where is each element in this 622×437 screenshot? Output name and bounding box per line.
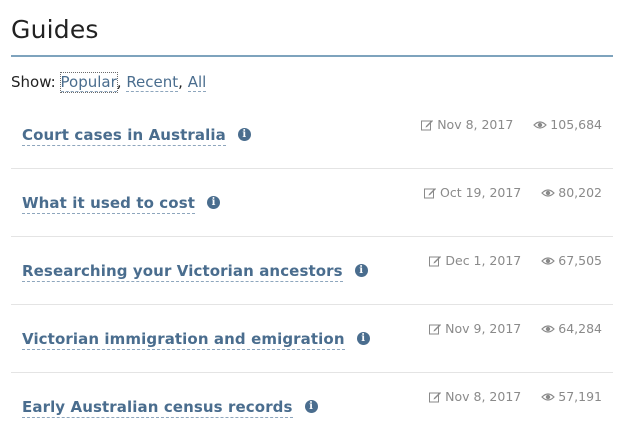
guide-date: Nov 8, 2017	[445, 389, 522, 404]
guide-link[interactable]: Early Australian census records	[22, 398, 293, 418]
filter-popular[interactable]: Popular	[59, 72, 118, 93]
filter-label: Show:	[11, 73, 56, 91]
guide-views: 105,684	[550, 117, 602, 132]
guide-link[interactable]: Court cases in Australia	[22, 126, 226, 146]
guide-date: Oct 19, 2017	[440, 185, 522, 200]
eye-icon	[533, 120, 548, 129]
info-icon[interactable]: i	[304, 400, 318, 413]
page-title: Guides	[11, 15, 99, 44]
edit-icon	[429, 255, 442, 266]
guide-row: Victorian immigration and emigration i N…	[11, 305, 613, 373]
guide-date: Nov 9, 2017	[445, 321, 522, 336]
guide-views: 64,284	[558, 321, 602, 336]
guide-views: 57,191	[558, 389, 602, 404]
guide-meta: Nov 8, 2017 57,191	[429, 389, 602, 404]
guide-meta: Nov 9, 2017 64,284	[429, 321, 602, 336]
title-divider	[11, 55, 613, 57]
guide-list: Court cases in Australia i Nov 8, 2017 1…	[11, 101, 613, 437]
guide-row: Court cases in Australia i Nov 8, 2017 1…	[11, 101, 613, 169]
info-icon[interactable]: i	[207, 196, 221, 209]
guide-row: Early Australian census records i Nov 8,…	[11, 373, 613, 437]
guide-date: Nov 8, 2017	[437, 117, 514, 132]
guide-row: What it used to cost i Oct 19, 2017 80,2…	[11, 169, 613, 237]
guide-date: Dec 1, 2017	[445, 253, 522, 268]
guide-link[interactable]: What it used to cost	[22, 194, 196, 214]
filter-separator: ,	[116, 73, 122, 91]
guides-panel: Guides Show: Popular, Recent, All Court …	[0, 0, 622, 437]
guide-link[interactable]: Researching your Victorian ancestors	[22, 262, 343, 282]
guide-meta: Dec 1, 2017 67,505	[429, 253, 602, 268]
guide-link[interactable]: Victorian immigration and emigration	[22, 330, 345, 350]
guide-views: 80,202	[558, 185, 602, 200]
eye-icon	[541, 324, 556, 333]
edit-icon	[421, 119, 434, 130]
edit-icon	[424, 187, 436, 198]
info-icon[interactable]: i	[237, 128, 251, 141]
filter-recent[interactable]: Recent	[126, 73, 179, 92]
guide-meta: Nov 8, 2017 105,684	[421, 117, 602, 132]
edit-icon	[429, 391, 442, 402]
info-icon[interactable]: i	[354, 264, 368, 277]
eye-icon	[541, 392, 556, 401]
guide-row: Researching your Victorian ancestors i D…	[11, 237, 613, 305]
filter-separator: ,	[178, 73, 183, 91]
eye-icon	[541, 256, 556, 265]
filter-all[interactable]: All	[187, 73, 207, 92]
guide-views: 67,505	[558, 253, 602, 268]
guide-meta: Oct 19, 2017 80,202	[424, 185, 602, 200]
info-icon[interactable]: i	[356, 332, 370, 345]
eye-icon	[541, 188, 556, 197]
filter-bar: Show: Popular, Recent, All	[11, 72, 207, 93]
edit-icon	[429, 323, 442, 334]
